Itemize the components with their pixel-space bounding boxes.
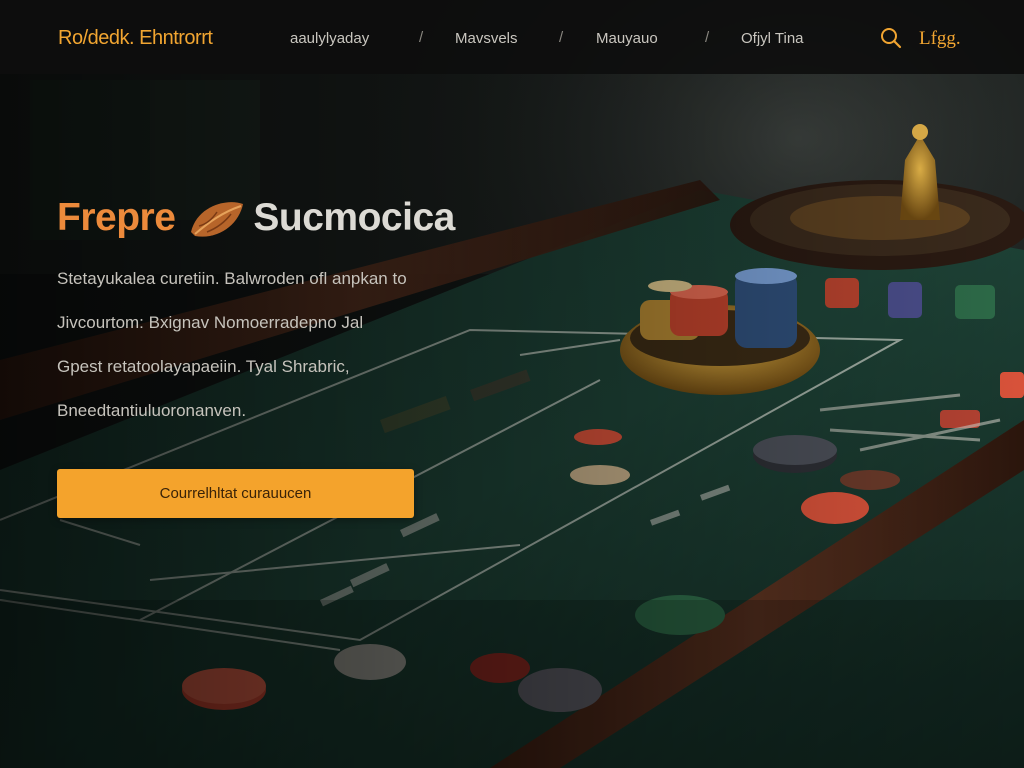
top-navigation-bar: Ro/dedk. Ehntrorrt aaulylyaday / Mavsvel…: [0, 0, 1024, 74]
language-selector[interactable]: Lfgg.: [919, 28, 961, 50]
brand-logo-link[interactable]: Ro/dedk. Ehntrorrt: [58, 27, 213, 50]
hero-description-line: Stetayukalea curetiin. Balwroden ofl anp…: [57, 269, 407, 288]
nav-item-2[interactable]: Mavsvels: [455, 30, 518, 47]
hero-description-line: Bneedtantiuluoronanven.: [57, 401, 247, 420]
cta-button[interactable]: Courrelhltat curauucen: [57, 469, 414, 518]
hero-title: Frepre Sucmocica: [57, 196, 455, 240]
hero-title-accent: Frepre: [57, 196, 176, 239]
hero-description-line: Jivcourtom: Bxignav Nomoerradepno Jal: [57, 313, 364, 332]
nav-separator: /: [419, 29, 424, 46]
nav-item-3[interactable]: Mauyauo: [596, 30, 658, 47]
nav-separator: /: [559, 29, 564, 46]
leaf-icon: [187, 196, 247, 240]
search-icon[interactable]: [880, 27, 902, 49]
hero-description: Stetayukalea curetiin. Balwroden ofl anp…: [57, 270, 477, 446]
hero-description-line: Gpest retatoolayapaeiin. Tyal Shrabric,: [57, 357, 350, 376]
hero-title-main: Sucmocica: [253, 196, 455, 239]
nav-separator: /: [705, 29, 710, 46]
nav-item-4[interactable]: Ofjyl Tina: [741, 30, 804, 47]
nav-item-1[interactable]: aaulylyaday: [290, 30, 369, 47]
